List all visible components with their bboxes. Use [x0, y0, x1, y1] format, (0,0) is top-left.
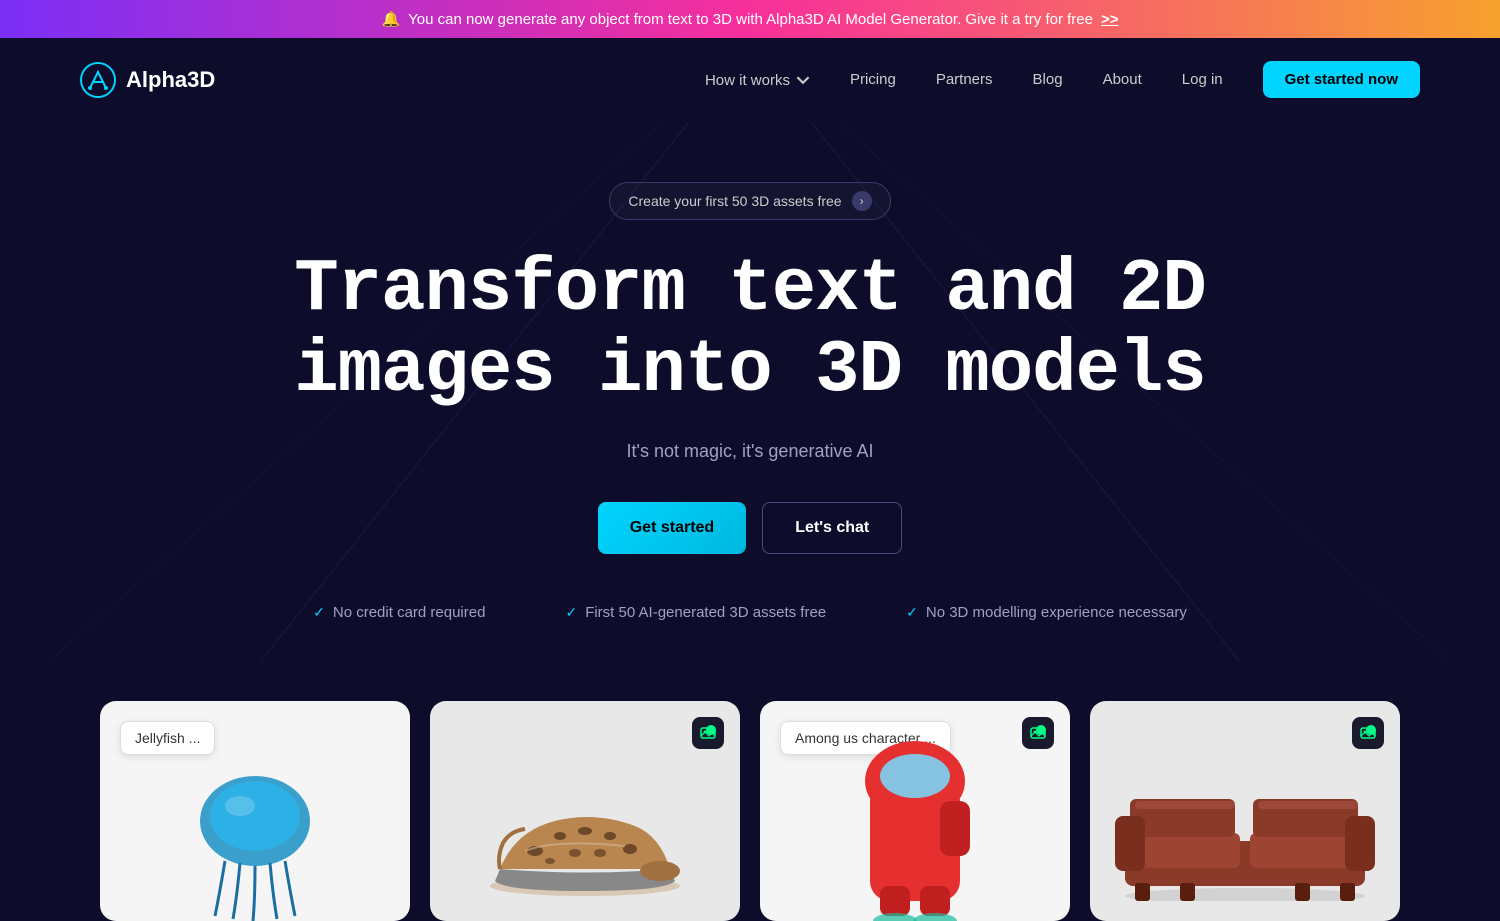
- logo-text: Alpha3D: [126, 67, 215, 93]
- among-us-card-badge: [1022, 717, 1054, 749]
- nav-item-partners[interactable]: Partners: [936, 71, 993, 89]
- logo-icon: [80, 62, 116, 98]
- announcement-link[interactable]: >>: [1101, 11, 1119, 28]
- announcement-bar: 🔔 You can now generate any object from t…: [0, 0, 1500, 38]
- nav-link-how-it-works[interactable]: How it works: [705, 72, 810, 89]
- feature-free-assets-text: First 50 AI-generated 3D assets free: [585, 604, 826, 621]
- shoe-illustration: [475, 781, 695, 901]
- feature-no-cc-text: No credit card required: [333, 604, 486, 621]
- card-shoe: [430, 701, 740, 921]
- nav-cta-button[interactable]: Get started now: [1263, 61, 1420, 98]
- lets-chat-button[interactable]: Let's chat: [762, 502, 902, 554]
- get-started-button[interactable]: Get started: [598, 502, 746, 554]
- hero-features: ✓ No credit card required ✓ First 50 AI-…: [80, 604, 1420, 621]
- nav-item-login[interactable]: Log in: [1182, 71, 1223, 89]
- announcement-text: You can now generate any object from tex…: [408, 11, 1093, 28]
- nav-item-pricing[interactable]: Pricing: [850, 71, 896, 89]
- jellyfish-illustration: [165, 741, 345, 921]
- hero-section: Create your first 50 3D assets free › Tr…: [0, 122, 1500, 661]
- free-badge-text: Create your first 50 3D assets free: [628, 193, 841, 209]
- green-dot-sofa: [1366, 725, 1376, 735]
- nav-link-partners[interactable]: Partners: [936, 71, 993, 88]
- sofa-card-badge: [1352, 717, 1384, 749]
- nav-item-how-it-works[interactable]: How it works: [705, 72, 810, 89]
- chevron-down-icon: [796, 73, 810, 87]
- navbar: Alpha3D How it works Pricing Partners Bl…: [0, 38, 1500, 122]
- card-jellyfish: Jellyfish ...: [100, 701, 410, 921]
- logo[interactable]: Alpha3D: [80, 62, 215, 98]
- nav-item-cta[interactable]: Get started now: [1263, 71, 1420, 89]
- nav-link-pricing[interactable]: Pricing: [850, 71, 896, 88]
- nav-item-about[interactable]: About: [1103, 71, 1142, 89]
- nav-link-blog[interactable]: Blog: [1033, 71, 1063, 88]
- among-us-illustration: [825, 721, 1005, 921]
- nav-link-login[interactable]: Log in: [1182, 71, 1223, 88]
- sofa-illustration: [1105, 761, 1385, 901]
- green-dot-shoe: [706, 725, 716, 735]
- free-badge[interactable]: Create your first 50 3D assets free ›: [609, 182, 890, 220]
- badge-arrow: ›: [852, 191, 872, 211]
- check-icon-1: ✓: [313, 604, 325, 621]
- nav-item-blog[interactable]: Blog: [1033, 71, 1063, 89]
- hero-subtitle: It's not magic, it's generative AI: [80, 441, 1420, 462]
- check-icon-3: ✓: [906, 604, 918, 621]
- nav-link-about[interactable]: About: [1103, 71, 1142, 88]
- cards-section: Jellyfish ...: [0, 661, 1500, 921]
- card-sofa: [1090, 701, 1400, 921]
- green-dot-among-us: [1036, 725, 1046, 735]
- feature-no-cc: ✓ No credit card required: [313, 604, 485, 621]
- hero-title: Transform text and 2D images into 3D mod…: [80, 250, 1420, 413]
- shoe-card-badge: [692, 717, 724, 749]
- announcement-bell: 🔔: [381, 10, 400, 28]
- nav-links: How it works Pricing Partners Blog About…: [705, 71, 1420, 89]
- check-icon-2: ✓: [565, 604, 577, 621]
- feature-no-exp: ✓ No 3D modelling experience necessary: [906, 604, 1187, 621]
- hero-buttons: Get started Let's chat: [80, 502, 1420, 554]
- card-among-us: Among us character ...: [760, 701, 1070, 921]
- feature-no-exp-text: No 3D modelling experience necessary: [926, 604, 1187, 621]
- feature-free-assets: ✓ First 50 AI-generated 3D assets free: [565, 604, 826, 621]
